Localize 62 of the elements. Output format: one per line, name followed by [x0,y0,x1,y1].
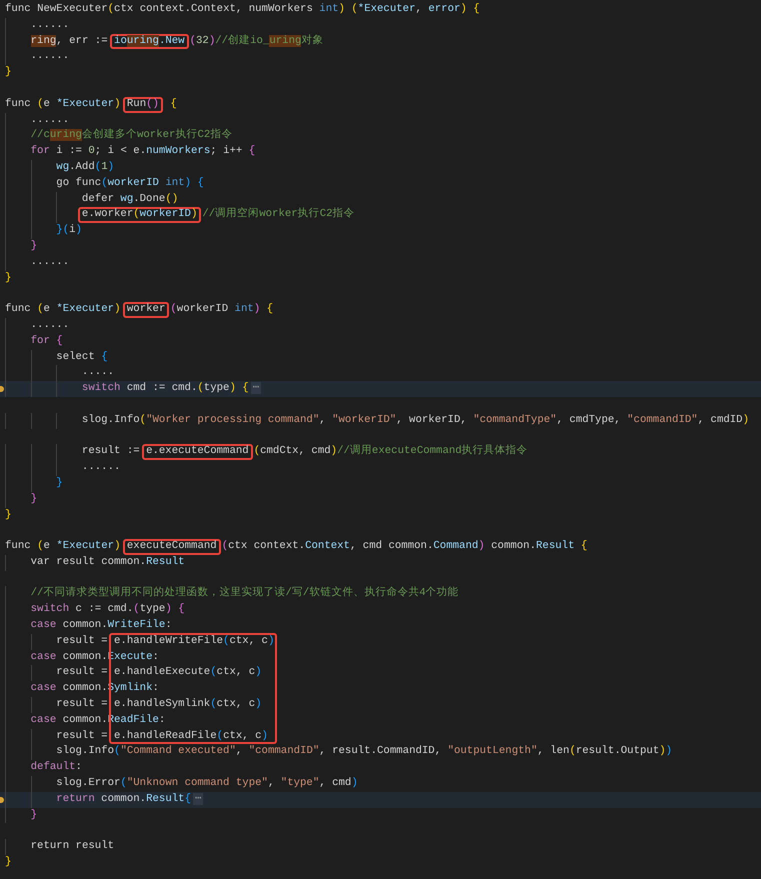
code-text: e.worker(workerID) [82,208,198,220]
code-text: e.executeCommand [146,445,249,458]
code-text: //调用空闲worker执行C2指令 [202,208,355,220]
code-text: (32)//创建io_uring对象 [190,34,324,47]
code-text: e.handleExecute(ctx, c) [114,666,262,678]
code-line: for { [30,334,63,347]
gutter-marker-icon[interactable] [0,386,4,392]
code-line: var result common.Result [30,556,185,568]
code-line: ...... [30,114,70,126]
code-text: iouring.New [114,34,185,47]
code-line: //curing会创建多个worker执行C2指令 [30,129,232,142]
code-line: func NewExecuter(ctx context.Context, numWorkers int) (*Executer, error) { [5,3,480,15]
code-text: (ctx context.Context, cmd common.Command) common.Result { [222,540,588,552]
code-line: ..... [82,366,114,378]
code-line: } [5,508,12,520]
code-line: defer wg.Done() [82,192,178,205]
code-line: return common.Result{ ⋯ [56,792,204,805]
code-line: select { [56,350,108,363]
code-line: } [30,808,38,821]
code-line: } [5,272,12,284]
code-line: return result [30,840,114,852]
code-text: result = [56,730,109,742]
code-line: } [5,856,12,868]
code-text: worker [126,303,166,316]
code-text: result = [56,634,109,647]
code-text: (cmdCtx, cmd)//调用executeCommand执行具体指令 [254,445,528,458]
code-line: for i := 0; i < e.numWorkers; i++ { [30,145,256,158]
code-line: ...... [30,256,70,268]
code-line: } [30,240,38,252]
code-line: ...... [30,18,70,31]
code-line: slog.Info("Command executed", "commandID", result.CommandID, "outputLength", len(result.Output)) [56,745,672,758]
code-line: switch cmd := cmd.(type) { ⋯ [82,382,262,394]
code-line: //不同请求类型调用不同的处理函数，这里实现了读/写/软链文件、执行命令共4个功能 [30,587,459,600]
code-text: e.handleWriteFile(ctx, c) [114,634,274,647]
code-line: ...... [30,50,70,62]
code-text: func (e *Executer) [5,98,122,110]
code-text: e.handleReadFile(ctx, c) [114,730,268,742]
code-line: default: [30,761,82,774]
code-text: (workerID int) { [170,303,274,316]
code-text: e.handleSymlink(ctx, c) [114,698,262,710]
code-line: case common.WriteFile: [30,619,172,632]
code-line: go func(workerID int) { [56,176,204,189]
code-text: executeCommand [126,540,217,552]
code-line: } [30,492,38,505]
code-line: slog.Error("Unknown command type", "type", cmd) [56,777,358,790]
code-text: func (e *Executer) [5,303,122,316]
code-text: result = [56,698,109,710]
code-line: } [5,66,12,78]
code-line: ...... [30,318,70,331]
code-line: } [56,476,63,489]
code-line: switch c := cmd.(type) { [30,603,185,616]
code-text: { [169,98,177,110]
code-text: ring, err := [30,34,109,47]
code-line: }(i) [56,224,82,236]
code-line: slog.Info("Worker processing command", "workerID", workerID, "commandType", cmdType, "commandID", cmdID) [82,414,750,426]
code-text: result := [82,445,141,458]
code-line: wg.Add(1) [56,160,114,173]
gutter-marker-icon[interactable] [0,796,4,803]
code-text: result = [56,666,109,678]
code-line: ...... [82,461,120,474]
code-text: func (e *Executer) [5,540,122,552]
code-text: Run() [126,98,159,110]
